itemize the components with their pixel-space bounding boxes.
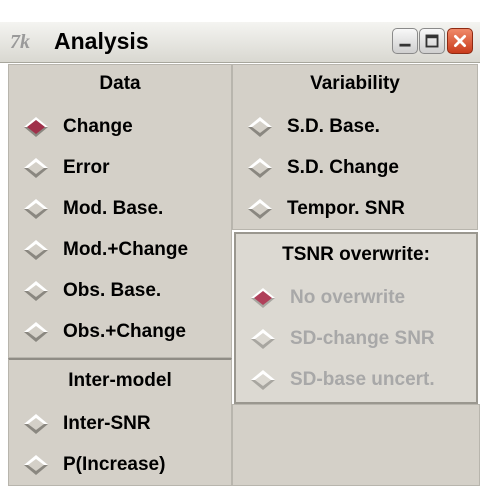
- radio-sd-change[interactable]: S.D. Change: [233, 150, 399, 186]
- radio-diamond-icon: [243, 194, 277, 224]
- radio-label: S.D. Change: [287, 157, 399, 178]
- close-button[interactable]: [447, 28, 473, 54]
- radio-diamond-icon: [246, 324, 280, 354]
- tsnr-heading: TSNR overwrite:: [282, 244, 430, 265]
- inter-model-heading: Inter-model: [68, 370, 172, 391]
- radio-diamond-icon: [246, 283, 280, 313]
- radio-no-overwrite[interactable]: No overwrite: [236, 280, 405, 316]
- minimize-button[interactable]: [392, 28, 418, 54]
- radio-sd-change-snr[interactable]: SD-change SNR: [236, 321, 435, 357]
- radio-mod-change[interactable]: Mod.+Change: [9, 232, 188, 268]
- radio-diamond-icon: [246, 365, 280, 395]
- window-title: Analysis: [54, 28, 149, 54]
- radio-diamond-icon: [19, 409, 53, 439]
- radio-label: Inter-SNR: [63, 413, 151, 434]
- radio-sd-base-uncert[interactable]: SD-base uncert.: [236, 362, 435, 398]
- radio-diamond-icon: [19, 112, 53, 142]
- radio-label: Mod. Base.: [63, 198, 164, 219]
- radio-diamond-icon: [19, 235, 53, 265]
- minimize-icon: [399, 43, 411, 47]
- radio-label: Error: [63, 157, 110, 178]
- tk-feather-icon: 7k: [10, 31, 30, 53]
- radio-inter-snr[interactable]: Inter-SNR: [9, 406, 151, 442]
- radio-label: S.D. Base.: [287, 116, 380, 137]
- maximize-icon: [425, 34, 439, 48]
- radio-label: Obs. Base.: [63, 280, 162, 301]
- radio-change[interactable]: Change: [9, 109, 133, 145]
- tsnr-overwrite-panel: TSNR overwrite: No overwrite SD-change S…: [234, 232, 478, 404]
- radio-mod-base[interactable]: Mod. Base.: [9, 191, 163, 227]
- variability-heading: Variability: [310, 73, 400, 94]
- radio-diamond-icon: [19, 317, 53, 347]
- radio-label: SD-change SNR: [290, 328, 435, 349]
- radio-diamond-icon: [19, 194, 53, 224]
- empty-panel-area: [232, 404, 480, 486]
- analysis-window: 7k Analysis Data Change Error Mod. Base.…: [0, 0, 480, 486]
- radio-label: Mod.+Change: [63, 239, 189, 260]
- title-bar[interactable]: 7k Analysis: [0, 22, 480, 63]
- radio-tempor-snr[interactable]: Tempor. SNR: [233, 191, 405, 227]
- close-icon: [454, 35, 466, 47]
- radio-label: P(Increase): [63, 454, 166, 475]
- data-heading: Data: [99, 73, 141, 94]
- maximize-button[interactable]: [419, 28, 445, 54]
- radio-label: No overwrite: [290, 287, 406, 308]
- radio-label: SD-base uncert.: [290, 369, 435, 390]
- radio-label: Obs.+Change: [63, 321, 186, 342]
- radio-diamond-icon: [19, 153, 53, 183]
- radio-diamond-icon: [243, 112, 277, 142]
- radio-label: Tempor. SNR: [287, 198, 405, 219]
- radio-label: Change: [63, 116, 133, 137]
- radio-obs-change[interactable]: Obs.+Change: [9, 314, 186, 350]
- radio-diamond-icon: [243, 153, 277, 183]
- data-panel: Data Change Error Mod. Base. Mod.+Change…: [8, 64, 232, 358]
- radio-diamond-icon: [19, 450, 53, 480]
- variability-panel: Variability S.D. Base. S.D. Change Tempo…: [232, 64, 478, 230]
- radio-p-increase[interactable]: P(Increase): [9, 447, 165, 483]
- inter-model-panel: Inter-model Inter-SNR P(Increase): [8, 358, 232, 486]
- radio-obs-base[interactable]: Obs. Base.: [9, 273, 161, 309]
- radio-error[interactable]: Error: [9, 150, 109, 186]
- radio-sd-base[interactable]: S.D. Base.: [233, 109, 380, 145]
- radio-diamond-icon: [19, 276, 53, 306]
